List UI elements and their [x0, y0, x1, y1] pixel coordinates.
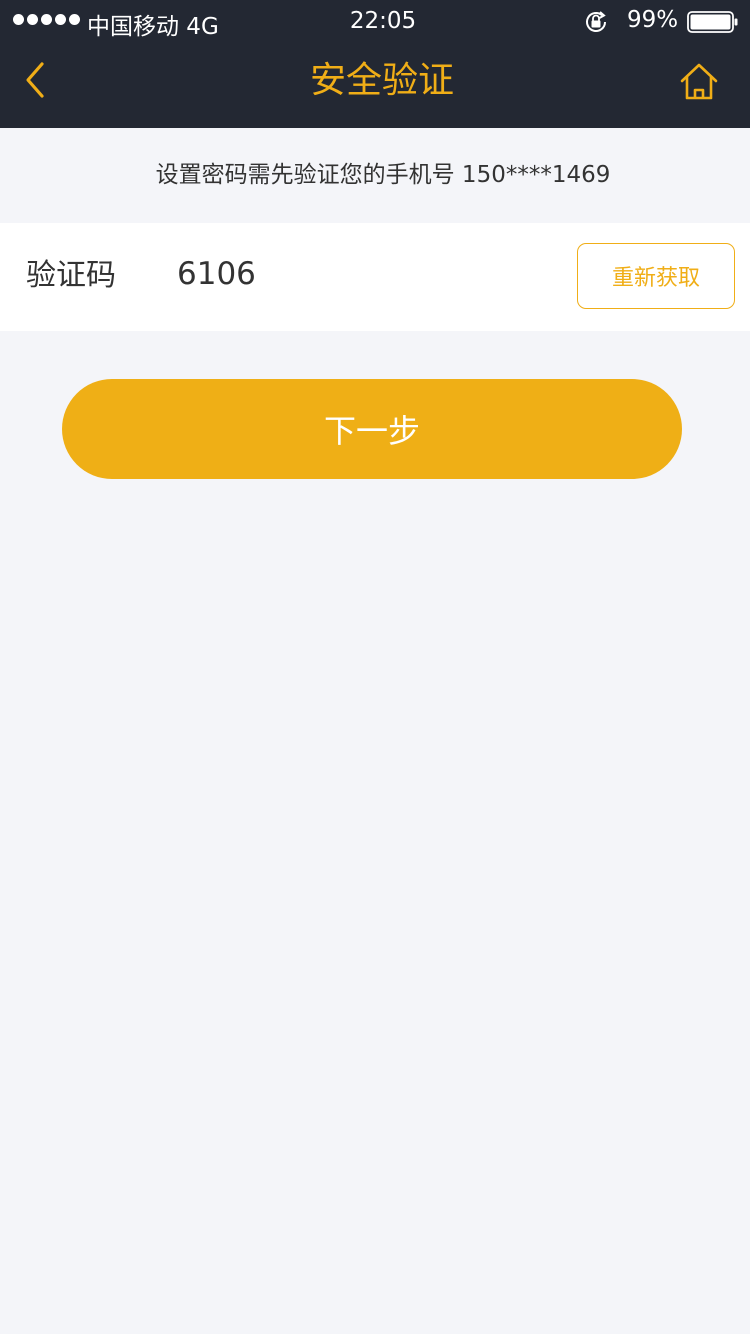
battery-icon	[687, 11, 738, 33]
battery-percent: 99%	[627, 7, 679, 33]
home-icon[interactable]	[679, 62, 719, 102]
rotation-lock-icon	[586, 11, 606, 32]
next-step-button[interactable]: 下一步	[62, 379, 682, 479]
phone-hint-text: 设置密码需先验证您的手机号 150****1469	[155, 162, 611, 188]
page-title: 安全验证	[309, 60, 454, 101]
verification-code-row: 验证码 重新获取	[0, 223, 750, 331]
status-bar: 中国移动 4G 22:05 99%	[0, 0, 750, 42]
verification-code-label: 验证码	[26, 258, 116, 293]
verification-code-input[interactable]	[177, 251, 547, 297]
resend-code-button[interactable]: 重新获取	[577, 243, 735, 309]
top-bar: 中国移动 4G 22:05 99% 安全验证	[0, 0, 750, 128]
